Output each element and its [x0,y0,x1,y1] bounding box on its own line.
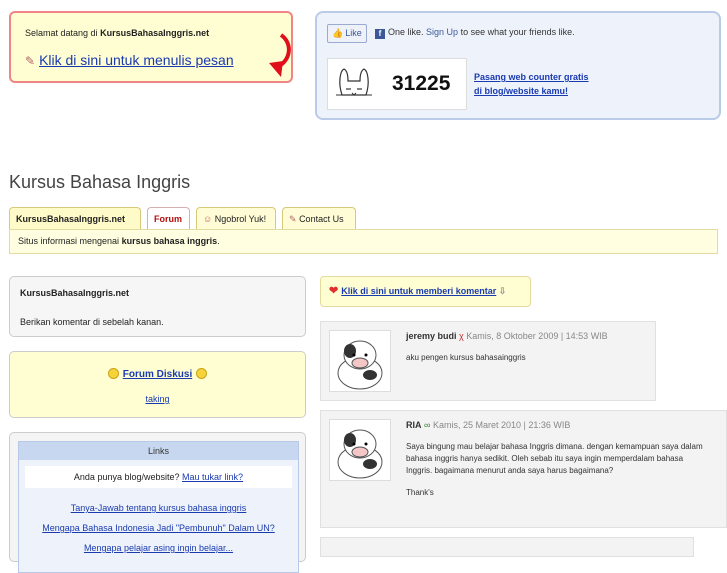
comment-text: Saya bingung mau belajar bahasa Inggris … [406,442,703,475]
smiley-icon [196,368,208,379]
pencil-icon: ✎ [25,54,36,68]
comment-cta: ❤ Klik di sini untuk memberi komentar ⇩ [320,276,531,307]
counter-promo-link[interactable]: Pasang web counter gratis di blog/website… [474,72,589,96]
links-panel: Links Anda punya blog/website? Mau tukar… [9,432,306,573]
social-counter-box: 👍 Like f One like. Sign Up to see what you… [315,11,721,120]
tab-forum-label: Forum [154,214,182,224]
infinity-icon: ∞ [424,420,431,430]
tab-home-label: KursusBahasaInggris.net [16,214,126,224]
counter-value: 31225 [392,72,451,95]
pencil-icon: ⇩ [498,286,507,296]
counter-promo: Pasang web counter gratis di blog/website… [474,70,589,98]
forum-row: Forum Diskusi [10,368,305,380]
write-message-link[interactable]: Klik di sini untuk menulis pesan [39,52,234,68]
comment-item [320,537,694,557]
forum-panel: Forum Diskusi taking [9,351,306,418]
info-keyword: kursus bahasa inggris [121,236,218,246]
welcome-greeting: Selamat datang di KursusBahasaInggris.ne… [25,28,209,38]
like-button[interactable]: 👍 Like [327,24,367,43]
comment-author: jeremy budi [406,331,457,341]
facebook-icon: f [375,29,385,39]
tab-ngobrol-label: Ngobrol Yuk! [214,214,267,224]
visitor-counter: 31225 [327,58,467,110]
link-item[interactable]: Mengapa Bahasa Indonesia Jadi "Pembunuh"… [42,523,275,533]
link-exchange-question: Anda punya blog/website? [73,472,180,482]
links-header: Links [19,442,298,460]
forum-sub-link[interactable]: taking [145,394,169,404]
tab-home[interactable]: KursusBahasaInggris.net [9,207,141,229]
about-desc: Berikan komentar di sebelah kanan. [20,317,164,327]
smiley-icon [107,368,119,379]
gender-icon: χ [459,331,464,341]
welcome-site-name: KursusBahasaInggris.net [100,28,210,38]
tab-forum[interactable]: Forum [147,207,190,229]
add-comment-link[interactable]: Klik di sini untuk memberi komentar [341,286,496,296]
mascot-icon [336,68,372,96]
tab-contact-label: Contact Us [299,214,344,224]
comment-text: aku pengen kursus bahasainggris [406,353,526,362]
welcome-box: Selamat datang di KursusBahasaInggris.ne… [9,11,293,83]
info-suffix: . [217,236,220,246]
comment-body: Saya bingung mau belajar bahasa Inggris … [406,441,706,499]
cow-avatar-icon [337,340,383,390]
signup-link[interactable]: Sign Up [426,27,458,37]
counter-link-line2: di blog/website kamu! [474,86,569,96]
facebook-like-text: f One like. Sign Up to see what your frie… [375,27,575,39]
comment-meta: RIA ∞ Kamis, 25 Maret 2010 | 21:36 WIB [406,420,570,430]
avatar [329,330,391,392]
about-panel: KursusBahasaInggris.net Berikan komentar… [9,276,306,337]
like-label: Like [345,28,362,38]
tab-contact[interactable]: ✎ Contact Us [282,207,356,229]
chat-icon: ☺ [203,214,213,224]
like-count-text: One like. [388,27,424,37]
greeting-text: Selamat datang di [25,28,98,38]
pencil-icon: ✎ [289,214,297,224]
comment-item: RIA ∞ Kamis, 25 Maret 2010 | 21:36 WIB S… [320,410,727,528]
comment-meta: jeremy budi χ Kamis, 8 Oktober 2009 | 14… [406,331,608,341]
comment-signoff: Thank's [406,488,434,497]
write-message-row: ✎ Klik di sini untuk menulis pesan [25,52,234,68]
info-prefix: Situs informasi mengenai [18,236,120,246]
thumbs-up-icon: 👍 [332,28,344,38]
link-item[interactable]: Tanya-Jawab tentang kursus bahasa inggri… [71,503,247,513]
links-box: Links Anda punya blog/website? Mau tukar… [18,441,299,573]
info-bar: Situs informasi mengenai kursus bahasa i… [9,229,718,254]
tab-ngobrol[interactable]: ☺ Ngobrol Yuk! [196,207,276,229]
about-title: KursusBahasaInggris.net [20,288,130,298]
link-exchange-row: Anda punya blog/website? Mau tukar link? [25,466,292,488]
counter-link-line1: Pasang web counter gratis [474,72,589,82]
comment-date: Kamis, 25 Maret 2010 | 21:36 WIB [432,420,571,430]
site-title: Kursus Bahasa Inggris [9,172,191,192]
link-exchange-link[interactable]: Mau tukar link? [182,472,243,482]
curved-arrow-icon [269,33,291,77]
cow-avatar-icon [337,429,383,479]
comment-author: RIA [406,420,422,430]
avatar [329,419,391,481]
heart-icon: ❤ [329,285,339,297]
forum-discussion-link[interactable]: Forum Diskusi [123,369,192,380]
comment-item: jeremy budi χ Kamis, 8 Oktober 2009 | 14… [320,321,656,401]
comment-date: Kamis, 8 Oktober 2009 | 14:53 WIB [466,331,608,341]
see-friends-text: to see what your friends like. [460,27,575,37]
